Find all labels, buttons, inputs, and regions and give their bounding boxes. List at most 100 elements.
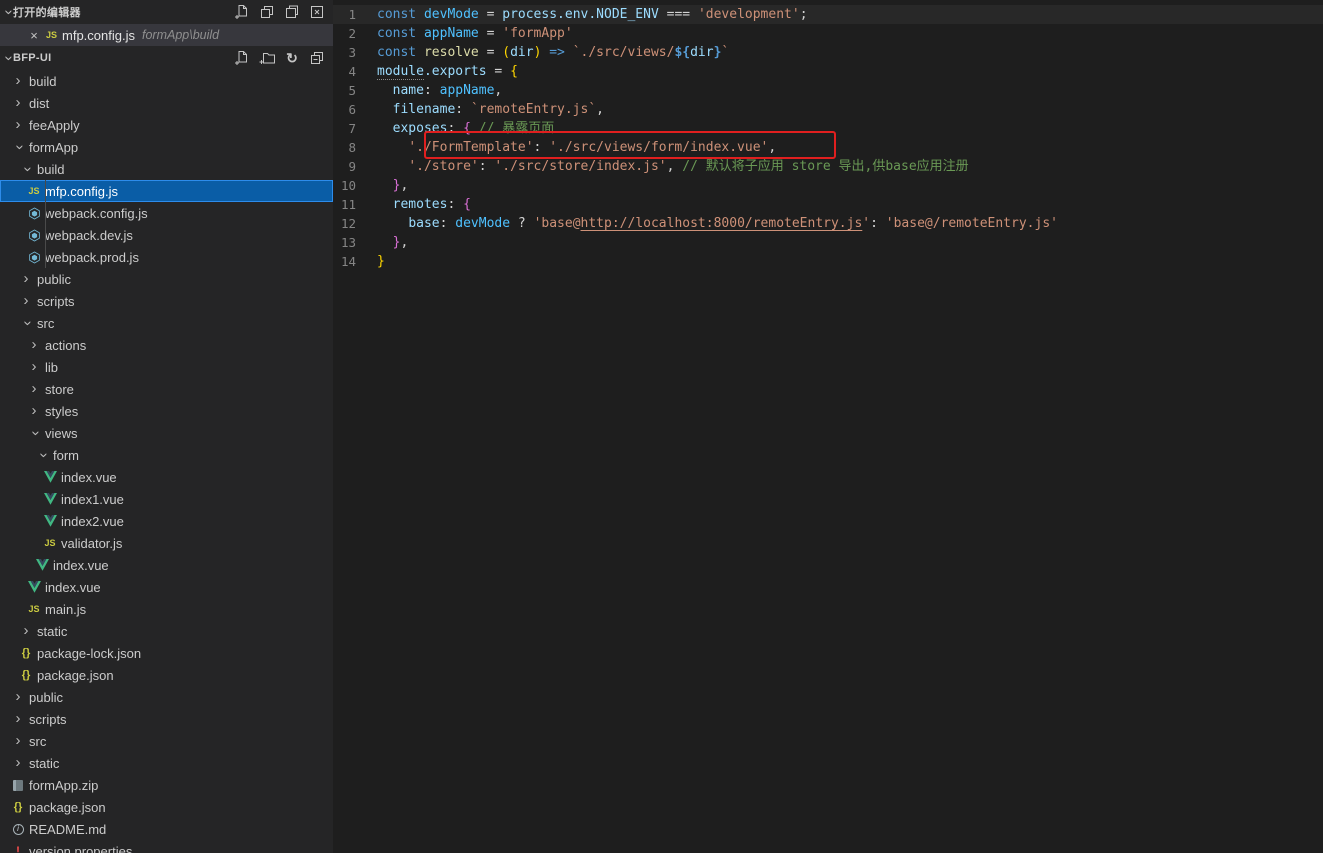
- tree-item-label: index2.vue: [61, 514, 124, 529]
- tree-item-public[interactable]: ›public: [0, 686, 333, 708]
- code-text: name: appName,: [377, 81, 502, 100]
- tree-item-label: actions: [45, 338, 86, 353]
- tree-item-build[interactable]: › build: [0, 70, 333, 92]
- js-file-icon: JS: [28, 186, 39, 196]
- tree-item-formApp.zip[interactable]: formApp.zip: [0, 774, 333, 796]
- tree-item-actions[interactable]: › actions: [0, 334, 333, 356]
- code-line-13[interactable]: 13 },: [333, 233, 1323, 252]
- line-number: 5: [333, 81, 377, 100]
- js-file-icon: JS: [46, 30, 57, 40]
- code-text: remotes: {: [377, 195, 471, 214]
- code-text: './FormTemplate': './src/views/form/inde…: [377, 138, 776, 157]
- tree-item-label: index1.vue: [61, 492, 124, 507]
- code-text: module.exports = {: [377, 62, 518, 81]
- chevron-right-icon: ›: [32, 340, 37, 350]
- chevron-right-icon: ›: [16, 120, 21, 130]
- tree-item-main.js[interactable]: JSmain.js: [0, 598, 333, 620]
- tree-item-store[interactable]: ›store: [0, 378, 333, 400]
- tree-item-validator.js[interactable]: JS validator.js: [0, 532, 333, 554]
- tree-item-lib[interactable]: ›lib: [0, 356, 333, 378]
- tree-item-webpack.prod.js[interactable]: webpack.prod.js: [0, 246, 333, 268]
- tree-item-label: src: [29, 734, 46, 749]
- tree-item-styles[interactable]: ›styles: [0, 400, 333, 422]
- code-line-4[interactable]: 4module.exports = {: [333, 62, 1323, 81]
- tree-item-index.vue[interactable]: index.vue: [0, 576, 333, 598]
- tree-item-build[interactable]: ›build: [0, 158, 333, 180]
- code-line-11[interactable]: 11 remotes: {: [333, 195, 1323, 214]
- webpack-file-icon: [28, 251, 41, 264]
- chevron-down-icon: ›: [38, 453, 48, 458]
- tree-item-package-lock.json[interactable]: {}package-lock.json: [0, 642, 333, 664]
- code-text: }: [377, 252, 385, 271]
- close-all-editors-icon[interactable]: [307, 2, 327, 22]
- vue-file-icon: [44, 493, 57, 505]
- toggle-editor-layout-icon[interactable]: [257, 2, 277, 22]
- open-editor-item-mfp-config[interactable]: × JS mfp.config.js formApp\build: [0, 24, 333, 46]
- line-number: 2: [333, 24, 377, 43]
- line-number: 8: [333, 138, 377, 157]
- code-text: filename: `remoteEntry.js`,: [377, 100, 604, 119]
- tree-item-formApp[interactable]: ›formApp: [0, 136, 333, 158]
- code-line-14[interactable]: 14}: [333, 252, 1323, 271]
- new-untitled-file-icon[interactable]: [232, 2, 252, 22]
- indent-guide: [45, 180, 46, 268]
- code-text: const appName = 'formApp': [377, 24, 573, 43]
- tree-item-README.md[interactable]: iREADME.md: [0, 818, 333, 840]
- tree-item-scripts[interactable]: ›scripts: [0, 708, 333, 730]
- tree-item-src[interactable]: ›src: [0, 312, 333, 334]
- tree-item-static[interactable]: ›static: [0, 752, 333, 774]
- js-file-icon: JS: [44, 538, 55, 548]
- tree-item-label: src: [37, 316, 54, 331]
- tree-item-static[interactable]: ›static: [0, 620, 333, 642]
- code-text: const devMode = process.env.NODE_ENV ===…: [377, 5, 808, 24]
- tree-item-index.vue[interactable]: index.vue: [0, 466, 333, 488]
- tree-item-label: package.json: [37, 668, 114, 683]
- tree-item-form[interactable]: ›form: [0, 444, 333, 466]
- tree-item-label: mfp.config.js: [45, 184, 118, 199]
- open-editors-section-header[interactable]: › 打开的编辑器: [0, 0, 333, 24]
- tree-item-views[interactable]: ›views: [0, 422, 333, 444]
- code-line-7[interactable]: 7 exposes: { // 暴露页面: [333, 119, 1323, 138]
- code-editor[interactable]: 1const devMode = process.env.NODE_ENV ==…: [333, 0, 1323, 853]
- close-icon[interactable]: ×: [26, 28, 42, 43]
- tree-item-label: feeApply: [29, 118, 80, 133]
- tree-item-dist[interactable]: ›dist: [0, 92, 333, 114]
- code-line-10[interactable]: 10 },: [333, 176, 1323, 195]
- code-line-8[interactable]: 8 './FormTemplate': './src/views/form/in…: [333, 138, 1323, 157]
- code-line-12[interactable]: 12 base: devMode ? 'base@http://localhos…: [333, 214, 1323, 233]
- tree-item-version.properties[interactable]: !version.properties: [0, 840, 333, 853]
- chevron-right-icon: ›: [16, 76, 21, 86]
- tree-item-package.json[interactable]: {}package.json: [0, 664, 333, 686]
- code-line-9[interactable]: 9 './store': './src/store/index.js', // …: [333, 157, 1323, 176]
- tree-item-package.json[interactable]: {}package.json: [0, 796, 333, 818]
- new-folder-icon[interactable]: [257, 48, 277, 68]
- tree-item-index2.vue[interactable]: index2.vue: [0, 510, 333, 532]
- chevron-right-icon: ›: [16, 98, 21, 108]
- new-file-icon[interactable]: [232, 48, 252, 68]
- collapse-folders-icon[interactable]: [307, 48, 327, 68]
- code-line-2[interactable]: 2const appName = 'formApp': [333, 24, 1323, 43]
- code-line-6[interactable]: 6 filename: `remoteEntry.js`,: [333, 100, 1323, 119]
- explorer-section-header[interactable]: › BFP-UI ↻: [0, 46, 333, 70]
- line-number: 14: [333, 252, 377, 271]
- explorer-sidebar: › 打开的编辑器 × JS mfp.config.js formApp\buil…: [0, 0, 333, 853]
- open-editor-description: formApp\build: [142, 28, 219, 42]
- tree-item-label: build: [29, 74, 56, 89]
- tree-item-scripts[interactable]: ›scripts: [0, 290, 333, 312]
- tree-item-webpack.config.js[interactable]: webpack.config.js: [0, 202, 333, 224]
- tree-item-public[interactable]: ›public: [0, 268, 333, 290]
- tree-item-index1.vue[interactable]: index1.vue: [0, 488, 333, 510]
- tree-item-webpack.dev.js[interactable]: webpack.dev.js: [0, 224, 333, 246]
- tree-item-src[interactable]: ›src: [0, 730, 333, 752]
- code-line-3[interactable]: 3const resolve = (dir) => `./src/views/$…: [333, 43, 1323, 62]
- refresh-icon[interactable]: ↻: [282, 48, 302, 68]
- tree-item-label: validator.js: [61, 536, 122, 551]
- tree-item-index.vue[interactable]: index.vue: [0, 554, 333, 576]
- line-number: 11: [333, 195, 377, 214]
- save-all-icon[interactable]: [282, 2, 302, 22]
- tree-item-mfp.config.js[interactable]: JS mfp.config.js: [0, 180, 333, 202]
- code-line-1[interactable]: 1const devMode = process.env.NODE_ENV ==…: [333, 5, 1323, 24]
- code-line-5[interactable]: 5 name: appName,: [333, 81, 1323, 100]
- properties-file-icon: !: [16, 844, 20, 853]
- tree-item-feeApply[interactable]: › feeApply: [0, 114, 333, 136]
